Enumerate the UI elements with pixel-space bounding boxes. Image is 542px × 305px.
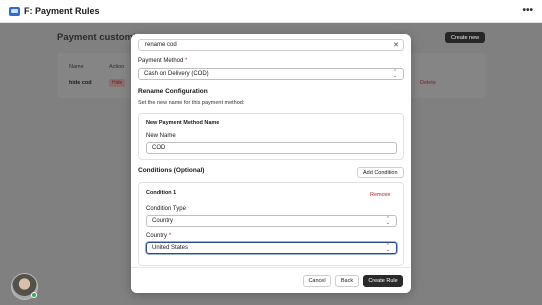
- rename-config-description: Set the new name for this payment method…: [138, 100, 245, 106]
- cancel-button[interactable]: Cancel: [303, 275, 331, 287]
- rule-row-name: hide cod: [69, 80, 92, 86]
- select-chevron-icon: ⌃ ⌄: [385, 216, 390, 226]
- condition-title: Condition 1: [146, 190, 177, 196]
- new-name-card-title: New Payment Method Name: [146, 120, 220, 126]
- country-select[interactable]: United States ⌃ ⌄: [146, 242, 397, 254]
- column-header-name: Name: [69, 64, 84, 70]
- more-options-icon[interactable]: •••: [522, 5, 533, 16]
- new-name-label: New Name: [146, 133, 176, 139]
- payment-method-value: Cash on Delivery (COD): [144, 71, 209, 77]
- rename-config-title: Rename Configuration: [138, 88, 208, 95]
- clear-icon[interactable]: ✕: [393, 41, 399, 49]
- create-rule-button[interactable]: Create Rule: [363, 275, 403, 287]
- country-label: Country *: [146, 233, 172, 239]
- condition-type-label: Condition Type: [146, 206, 186, 212]
- back-button[interactable]: Back: [335, 275, 359, 287]
- condition-type-value: Country: [152, 218, 174, 224]
- rule-name-value: rename cod: [145, 42, 177, 48]
- create-new-button[interactable]: Create new: [445, 32, 486, 43]
- new-name-card: New Payment Method Name New Name COD: [138, 113, 404, 160]
- conditions-title: Conditions (Optional): [138, 167, 205, 174]
- new-name-input[interactable]: COD: [146, 142, 397, 154]
- payment-method-select[interactable]: Cash on Delivery (COD) ⌃ ⌄: [138, 68, 404, 80]
- add-condition-button[interactable]: Add Condition: [357, 167, 404, 178]
- payment-method-label: Payment Method *: [138, 58, 188, 64]
- condition-card: Condition 1 Remove Condition Type Countr…: [138, 182, 404, 266]
- remove-condition-button[interactable]: Remove: [370, 192, 390, 198]
- condition-type-select[interactable]: Country ⌃ ⌄: [146, 215, 397, 227]
- action-badge-hide: Hide: [109, 79, 126, 87]
- app-logo-icon: [9, 6, 20, 16]
- new-name-value: COD: [152, 145, 166, 151]
- app-title: F: Payment Rules: [24, 6, 100, 16]
- modal-footer: Cancel Back Create Rule: [131, 267, 411, 293]
- online-status-icon: [31, 292, 37, 298]
- create-rule-modal: rename cod ✕ Payment Method * Cash on De…: [131, 34, 411, 293]
- country-value: United States: [152, 245, 189, 251]
- delete-rule-link[interactable]: Delete: [420, 80, 436, 86]
- page-title: Payment customi: [57, 32, 136, 43]
- modal-body[interactable]: rename cod ✕ Payment Method * Cash on De…: [131, 34, 411, 267]
- select-chevron-icon: ⌃ ⌄: [385, 243, 390, 253]
- select-chevron-icon: ⌃ ⌄: [392, 69, 397, 79]
- column-header-action: Action: [109, 64, 125, 70]
- rule-name-input[interactable]: rename cod ✕: [138, 39, 404, 51]
- app-header: F: Payment Rules •••: [0, 0, 542, 23]
